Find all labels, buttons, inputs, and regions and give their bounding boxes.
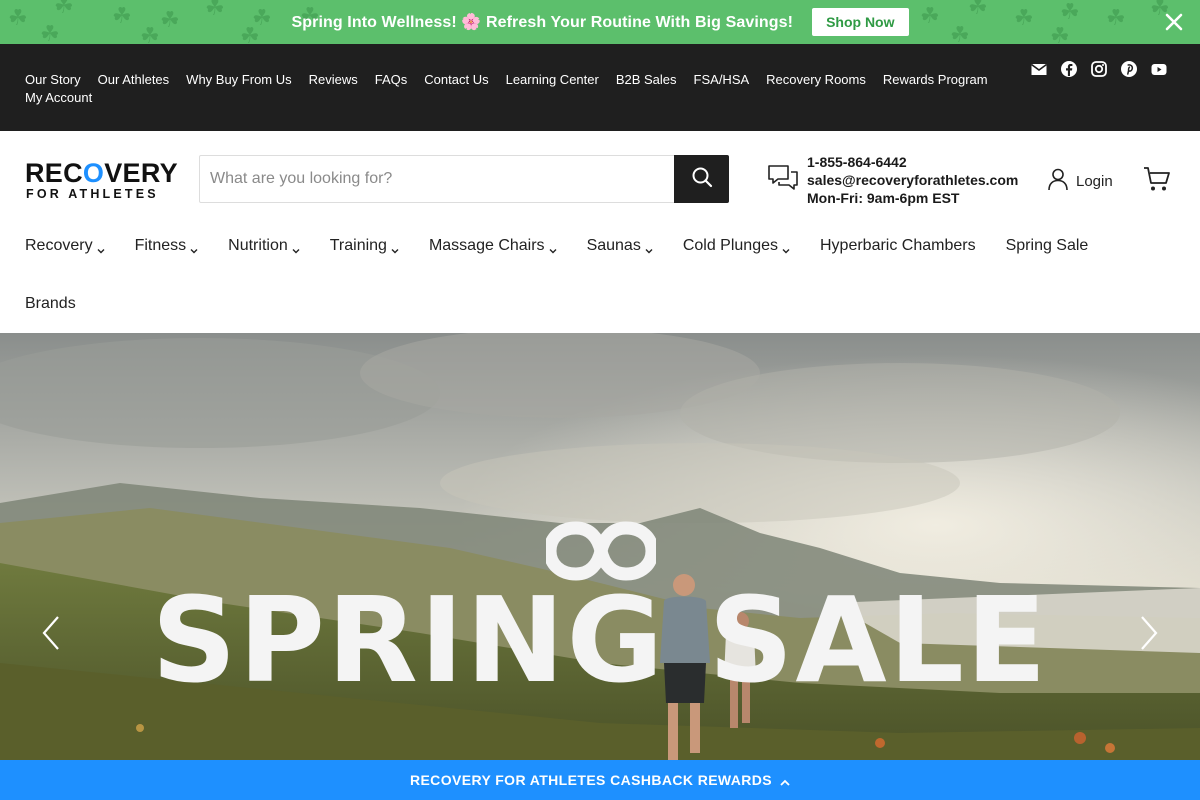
shamrock-icon: ☘ — [54, 0, 74, 19]
nav-item-cold-plunges[interactable]: Cold Plunges — [683, 235, 790, 257]
youtube-icon[interactable] — [1150, 60, 1168, 78]
search-bar — [199, 155, 729, 203]
search-icon — [691, 166, 713, 193]
phone-number[interactable]: 1-855-864-6442 — [807, 153, 1018, 171]
chevron-down-icon — [549, 242, 557, 254]
shamrock-icon: ☘ — [160, 8, 180, 33]
contact-info: 1-855-864-6442 sales@recoveryforathletes… — [767, 153, 1027, 209]
hero-banner[interactable]: SPRING SALE — [0, 333, 1200, 760]
shamrock-icon: ☘ — [1050, 24, 1070, 45]
chevron-down-icon — [292, 242, 300, 254]
utility-link-learning-center[interactable]: Learning Center — [506, 72, 599, 88]
utility-link-rewards-program[interactable]: Rewards Program — [883, 72, 988, 88]
nav-item-label: Brands — [25, 295, 76, 312]
chat-icon — [767, 163, 799, 195]
nav-item-label: Recovery — [25, 237, 93, 254]
shamrock-icon: ☘ — [8, 6, 28, 31]
search-input[interactable] — [200, 156, 675, 202]
chevron-up-icon — [780, 775, 790, 786]
hero-headline: SPRING SALE — [151, 571, 1049, 709]
nav-item-nutrition[interactable]: Nutrition — [228, 235, 300, 257]
announcement-message: Spring Into Wellness! 🌸 Refresh Your Rou… — [291, 14, 794, 31]
nav-item-label: Fitness — [134, 237, 187, 254]
instagram-icon[interactable] — [1090, 60, 1108, 78]
shamrock-icon: ☘ — [40, 22, 60, 45]
logo-tagline: FOR ATHLETES — [26, 187, 159, 201]
nav-item-label: Cold Plunges — [682, 237, 778, 254]
rewards-label: RECOVERY FOR ATHLETES CASHBACK REWARDS — [409, 772, 773, 788]
facebook-icon[interactable] — [1060, 60, 1078, 78]
shamrock-icon: ☘ — [1060, 0, 1080, 25]
sales-email[interactable]: sales@recoveryforathletes.com — [807, 171, 1018, 189]
login-label: Login — [1076, 173, 1113, 190]
nav-item-hyperbaric-chambers[interactable]: Hyperbaric Chambers — [820, 235, 976, 257]
logo-wordmark: RECOVERY — [25, 158, 178, 188]
utility-link-our-athletes[interactable]: Our Athletes — [98, 72, 170, 88]
chevron-down-icon — [391, 242, 399, 254]
shamrock-icon: ☘ — [112, 4, 132, 29]
cashback-rewards-bar[interactable]: RECOVERY FOR ATHLETES CASHBACK REWARDS — [0, 760, 1200, 800]
nav-item-recovery[interactable]: Recovery — [25, 235, 105, 257]
login-link[interactable]: Login — [1046, 167, 1113, 196]
utility-link-reviews[interactable]: Reviews — [309, 72, 358, 88]
chevron-down-icon — [190, 242, 198, 254]
utility-link-why-buy[interactable]: Why Buy From Us — [186, 72, 291, 88]
social-links — [1030, 60, 1180, 95]
email-icon[interactable] — [1030, 60, 1048, 78]
utility-link-fsa-hsa[interactable]: FSA/HSA — [694, 72, 750, 88]
chevron-right-icon[interactable] — [1136, 613, 1160, 653]
nav-item-training[interactable]: Training — [330, 235, 399, 257]
close-icon[interactable] — [1162, 10, 1186, 34]
chevron-down-icon — [645, 242, 653, 254]
shop-now-button[interactable]: Shop Now — [812, 8, 909, 36]
business-hours: Mon-Fri: 9am-6pm EST — [807, 190, 960, 206]
shamrock-icon: ☘ — [968, 0, 988, 20]
shamrock-icon: ☘ — [1106, 6, 1126, 31]
nav-item-label: Hyperbaric Chambers — [820, 237, 976, 254]
chevron-down-icon — [97, 242, 105, 254]
site-header: RECOVERY FOR ATHLETES 1-855-864-6442 sal… — [0, 131, 1200, 226]
chevron-down-icon — [782, 242, 790, 254]
search-button[interactable] — [674, 155, 729, 203]
nav-item-fitness[interactable]: Fitness — [135, 235, 199, 257]
utility-link-b2b-sales[interactable]: B2B Sales — [616, 72, 677, 88]
utility-link-my-account[interactable]: My Account — [25, 90, 92, 106]
nav-item-label: Training — [329, 237, 387, 254]
main-nav: Recovery Fitness Nutrition Training Massage … — [0, 226, 1200, 333]
shamrock-icon: ☘ — [140, 24, 160, 45]
utility-link-recovery-rooms[interactable]: Recovery Rooms — [766, 72, 866, 88]
nav-item-massage-chairs[interactable]: Massage Chairs — [429, 235, 557, 257]
user-icon — [1046, 167, 1070, 196]
utility-link-our-story[interactable]: Our Story — [25, 72, 81, 88]
recovery-for-athletes-logo[interactable]: RECOVERY FOR ATHLETES — [25, 158, 178, 202]
shamrock-icon: ☘ — [950, 23, 970, 45]
cart-icon[interactable] — [1143, 165, 1171, 193]
utility-link-contact-us[interactable]: Contact Us — [424, 72, 488, 88]
announcement-bar: ☘ ☘ ☘ ☘ ☘ ☘ ☘ ☘ ☘ ☘ ☘ ☘ ☘ ☘ ☘ ☘ ☘ ☘ Spring Into Wellness!… — [0, 0, 1200, 44]
shamrock-icon: ☘ — [205, 0, 225, 21]
nav-item-label: Nutrition — [228, 237, 288, 254]
pinterest-icon[interactable] — [1120, 60, 1138, 78]
nav-item-label: Massage Chairs — [428, 237, 545, 254]
nav-item-brands[interactable]: Brands — [25, 293, 76, 315]
utility-links: Our Story Our Athletes Why Buy From Us Revi… — [25, 71, 1015, 107]
utility-link-faqs[interactable]: FAQs — [375, 72, 408, 88]
nav-item-label: Saunas — [586, 237, 641, 254]
shamrock-icon: ☘ — [920, 4, 940, 29]
shamrock-icon: ☘ — [240, 24, 260, 45]
utility-nav: Our Story Our Athletes Why Buy From Us Revi… — [0, 44, 1200, 131]
chevron-left-icon[interactable] — [40, 613, 64, 653]
nav-item-saunas[interactable]: Saunas — [587, 235, 653, 257]
shamrock-icon: ☘ — [1014, 6, 1034, 31]
nav-item-spring-sale[interactable]: Spring Sale — [1006, 235, 1089, 257]
nav-item-label: Spring Sale — [1005, 237, 1089, 254]
